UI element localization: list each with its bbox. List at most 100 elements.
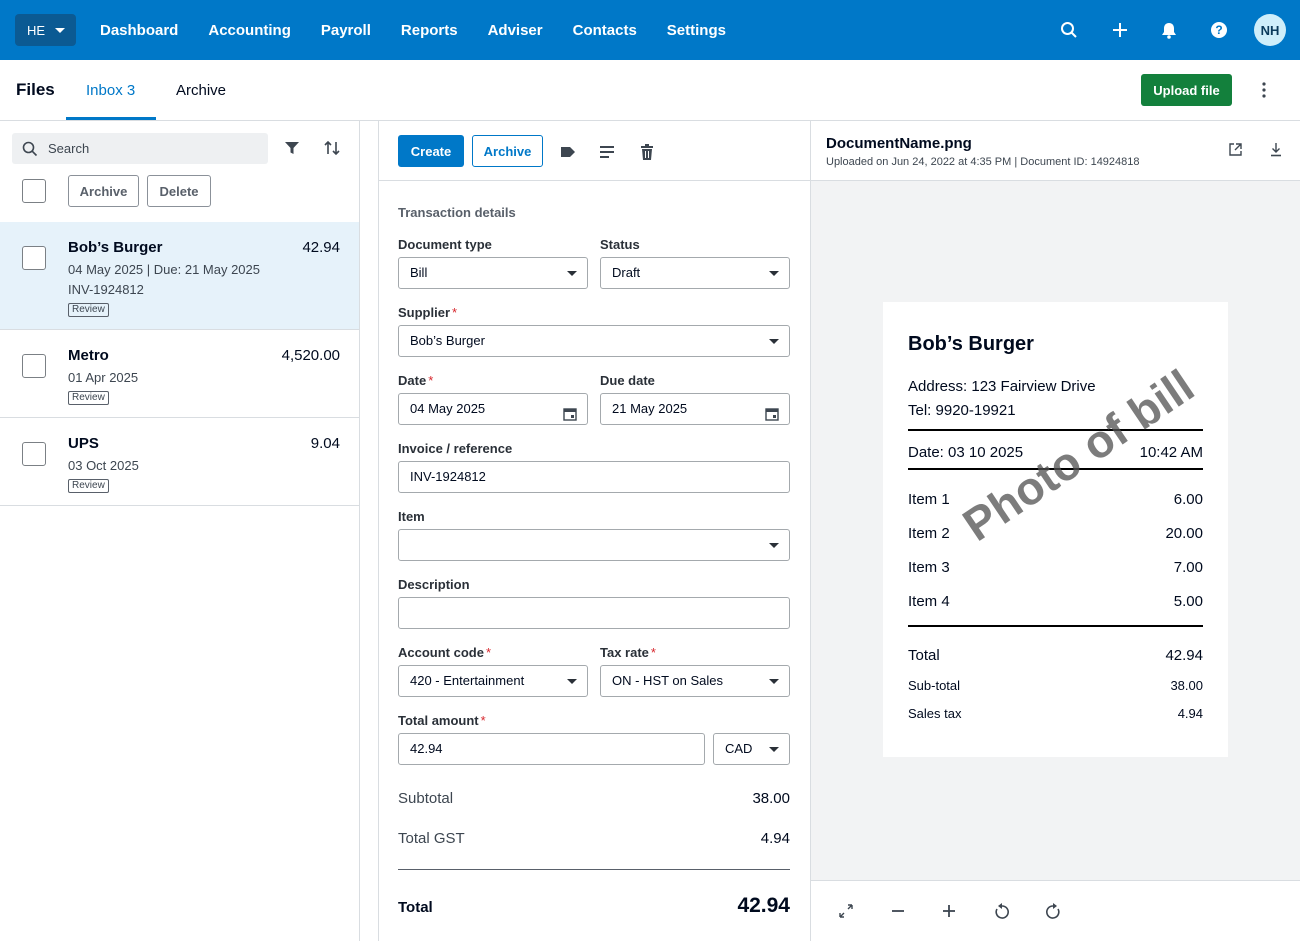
download-icon[interactable] (1269, 142, 1283, 160)
status-value: Draft (612, 265, 641, 280)
item-name: UPS (68, 435, 99, 452)
zoom-out-icon[interactable] (890, 903, 908, 921)
chevron-down-icon (769, 543, 779, 548)
nav-dashboard[interactable]: Dashboard (100, 22, 178, 39)
top-navigation: HE Dashboard Accounting Payroll Reports … (0, 0, 1300, 60)
supplier-select[interactable]: Bob’s Burger (398, 325, 790, 357)
subtotal-value: 38.00 (752, 790, 790, 807)
account-code-select[interactable]: 420 - Entertainment (398, 665, 588, 697)
item-checkbox[interactable] (22, 354, 46, 378)
bulk-archive-button[interactable]: Archive (68, 175, 139, 207)
document-preview-panel: DocumentName.png Uploaded on Jun 24, 202… (811, 121, 1300, 941)
total-amount-label: Total amount * (398, 713, 486, 728)
document-type-select[interactable]: Bill (398, 257, 588, 289)
status-badge: Review (68, 479, 109, 493)
trash-icon[interactable] (638, 143, 656, 161)
item-dates: 01 Apr 2025 (68, 370, 139, 385)
org-switcher-button[interactable]: HE (15, 14, 76, 46)
nav-accounting[interactable]: Accounting (208, 22, 291, 39)
date-value: 04 May 2025 (410, 401, 486, 416)
nav-reports[interactable]: Reports (401, 22, 458, 39)
rotate-left-icon[interactable] (993, 903, 1011, 921)
calendar-icon[interactable] (765, 402, 779, 432)
receipt-total-label: Total (908, 647, 940, 664)
currency-value: CAD (725, 741, 753, 756)
list-item[interactable]: Metro 4,520.00 01 Apr 2025 Review (0, 330, 359, 418)
chevron-down-icon (567, 679, 577, 684)
document-name: DocumentName.png (826, 135, 972, 152)
description-input[interactable] (398, 597, 790, 629)
date-field[interactable]: 04 May 2025 (398, 393, 588, 425)
plus-icon[interactable] (1110, 20, 1130, 40)
item-label: Item (398, 509, 425, 524)
bulk-delete-button[interactable]: Delete (147, 175, 211, 207)
item-checkbox[interactable] (22, 246, 46, 270)
open-external-icon[interactable] (1228, 142, 1243, 160)
currency-select[interactable]: CAD (713, 733, 790, 765)
invoice-input[interactable]: INV-1924812 (398, 461, 790, 493)
subtotal-row: Subtotal 38.00 (398, 790, 790, 807)
inbox-list-panel: Search Archive Delete Bob’s Burger 42.94… (0, 121, 360, 941)
receipt-item-label: Item 2 (908, 525, 950, 542)
more-options-icon[interactable] (1254, 80, 1274, 100)
chevron-down-icon (769, 339, 779, 344)
status-select[interactable]: Draft (600, 257, 790, 289)
expand-icon[interactable] (838, 903, 856, 921)
avatar[interactable]: NH (1254, 14, 1286, 46)
create-button[interactable]: Create (398, 135, 464, 167)
item-reference: INV-1924812 (68, 282, 144, 297)
required-marker: * (485, 645, 492, 660)
active-tab-indicator (66, 117, 156, 120)
transaction-form-panel: Create Archive Transaction details Docum… (378, 121, 811, 941)
receipt-tax-label: Sales tax (908, 706, 962, 721)
invoice-value: INV-1924812 (410, 469, 486, 484)
tab-archive[interactable]: Archive (176, 82, 226, 99)
divider (398, 869, 790, 870)
chevron-down-icon (567, 271, 577, 276)
chevron-down-icon (55, 27, 66, 33)
subtotal-label: Subtotal (398, 790, 454, 807)
sort-icon[interactable] (323, 140, 341, 159)
supplier-label: Supplier * (398, 305, 458, 320)
form-toolbar: Create Archive (379, 121, 811, 181)
date-label: Date * (398, 373, 434, 388)
tab-inbox[interactable]: Inbox 3 (86, 82, 135, 99)
search-icon[interactable] (1059, 20, 1079, 40)
tax-rate-label: Tax rate * (600, 645, 656, 660)
select-all-checkbox[interactable] (22, 179, 46, 203)
bell-icon[interactable] (1159, 20, 1179, 40)
list-item[interactable]: Bob’s Burger 42.94 04 May 2025 | Due: 21… (0, 222, 359, 330)
status-badge: Review (68, 391, 109, 405)
document-type-value: Bill (410, 265, 428, 280)
search-placeholder: Search (48, 141, 90, 156)
upload-file-button[interactable]: Upload file (1141, 74, 1232, 106)
nav-settings[interactable]: Settings (667, 22, 726, 39)
list-item[interactable]: UPS 9.04 03 Oct 2025 Review (0, 418, 359, 506)
due-date-field[interactable]: 21 May 2025 (600, 393, 790, 425)
calendar-icon[interactable] (563, 402, 577, 432)
receipt-image: Bob’s Burger Address: 123 Fairview Drive… (883, 302, 1228, 757)
help-icon[interactable]: ? (1209, 20, 1229, 40)
due-date-label: Due date (600, 373, 655, 388)
filter-icon[interactable] (284, 141, 300, 158)
nav-payroll[interactable]: Payroll (321, 22, 371, 39)
due-date-value: 21 May 2025 (612, 401, 688, 416)
receipt-time: 10:42 AM (1139, 444, 1203, 461)
archive-button[interactable]: Archive (472, 135, 543, 167)
receipt-subtotal-value: 38.00 (1170, 678, 1203, 693)
document-type-label: Document type (398, 237, 492, 252)
notes-icon[interactable] (598, 143, 616, 161)
nav-contacts[interactable]: Contacts (573, 22, 637, 39)
nav-adviser[interactable]: Adviser (488, 22, 543, 39)
tag-icon[interactable] (559, 143, 577, 161)
gst-row: Total GST 4.94 (398, 830, 790, 847)
zoom-in-icon[interactable] (941, 903, 959, 921)
item-select[interactable] (398, 529, 790, 561)
item-dates: 03 Oct 2025 (68, 458, 139, 473)
tax-rate-select[interactable]: ON - HST on Sales (600, 665, 790, 697)
chevron-down-icon (769, 747, 779, 752)
item-checkbox[interactable] (22, 442, 46, 466)
rotate-right-icon[interactable] (1044, 903, 1062, 921)
search-input[interactable]: Search (12, 133, 268, 164)
total-amount-input[interactable]: 42.94 (398, 733, 705, 765)
